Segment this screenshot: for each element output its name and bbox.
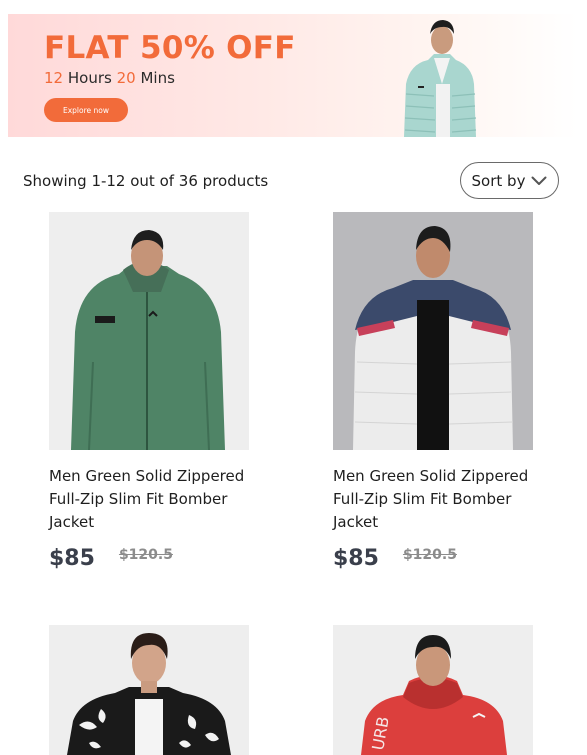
chevron-down-icon <box>531 176 547 185</box>
product-old-price: $120.5 <box>402 547 457 563</box>
black-white-print-jacket-photo <box>49 625 249 755</box>
promo-banner[interactable]: FLAT 50% OFF 12 Hours 20 Mins Explore no… <box>8 14 578 137</box>
banner-title: FLAT 50% OFF <box>44 30 296 66</box>
product-title[interactable]: Men Green Solid Zippered Full-Zip Slim F… <box>333 465 533 534</box>
product-card[interactable]: URB <box>333 625 533 755</box>
product-image[interactable] <box>333 212 533 450</box>
banner-model-image <box>404 20 477 137</box>
product-image[interactable] <box>49 625 249 755</box>
sort-by-button[interactable]: Sort by <box>460 162 559 199</box>
timer-hours-label: Hours <box>67 69 112 87</box>
product-image[interactable]: URB <box>333 625 533 755</box>
timer-mins-label: Mins <box>140 69 175 87</box>
product-card[interactable] <box>49 625 249 755</box>
sort-label: Sort by <box>471 171 526 190</box>
product-image[interactable] <box>49 212 249 450</box>
price-row: $85 $120.5 <box>333 546 533 571</box>
explore-now-button[interactable]: Explore now <box>44 98 128 122</box>
results-count: Showing 1-12 out of 36 products <box>23 172 269 190</box>
product-old-price: $120.5 <box>118 547 173 563</box>
timer-hours: 12 <box>44 69 64 87</box>
banner-timer: 12 Hours 20 Mins <box>44 69 175 87</box>
white-navy-puffer-jacket-photo <box>333 212 533 450</box>
product-card[interactable]: Men Green Solid Zippered Full-Zip Slim F… <box>333 212 533 571</box>
product-price: $85 <box>333 546 379 571</box>
red-hooded-jacket-photo: URB <box>333 625 533 755</box>
timer-mins: 20 <box>116 69 136 87</box>
product-card[interactable]: Men Green Solid Zippered Full-Zip Slim F… <box>49 212 249 571</box>
product-title[interactable]: Men Green Solid Zippered Full-Zip Slim F… <box>49 465 249 534</box>
price-row: $85 $120.5 <box>49 546 249 571</box>
product-price: $85 <box>49 546 95 571</box>
green-zip-hoodie-photo <box>49 212 249 450</box>
